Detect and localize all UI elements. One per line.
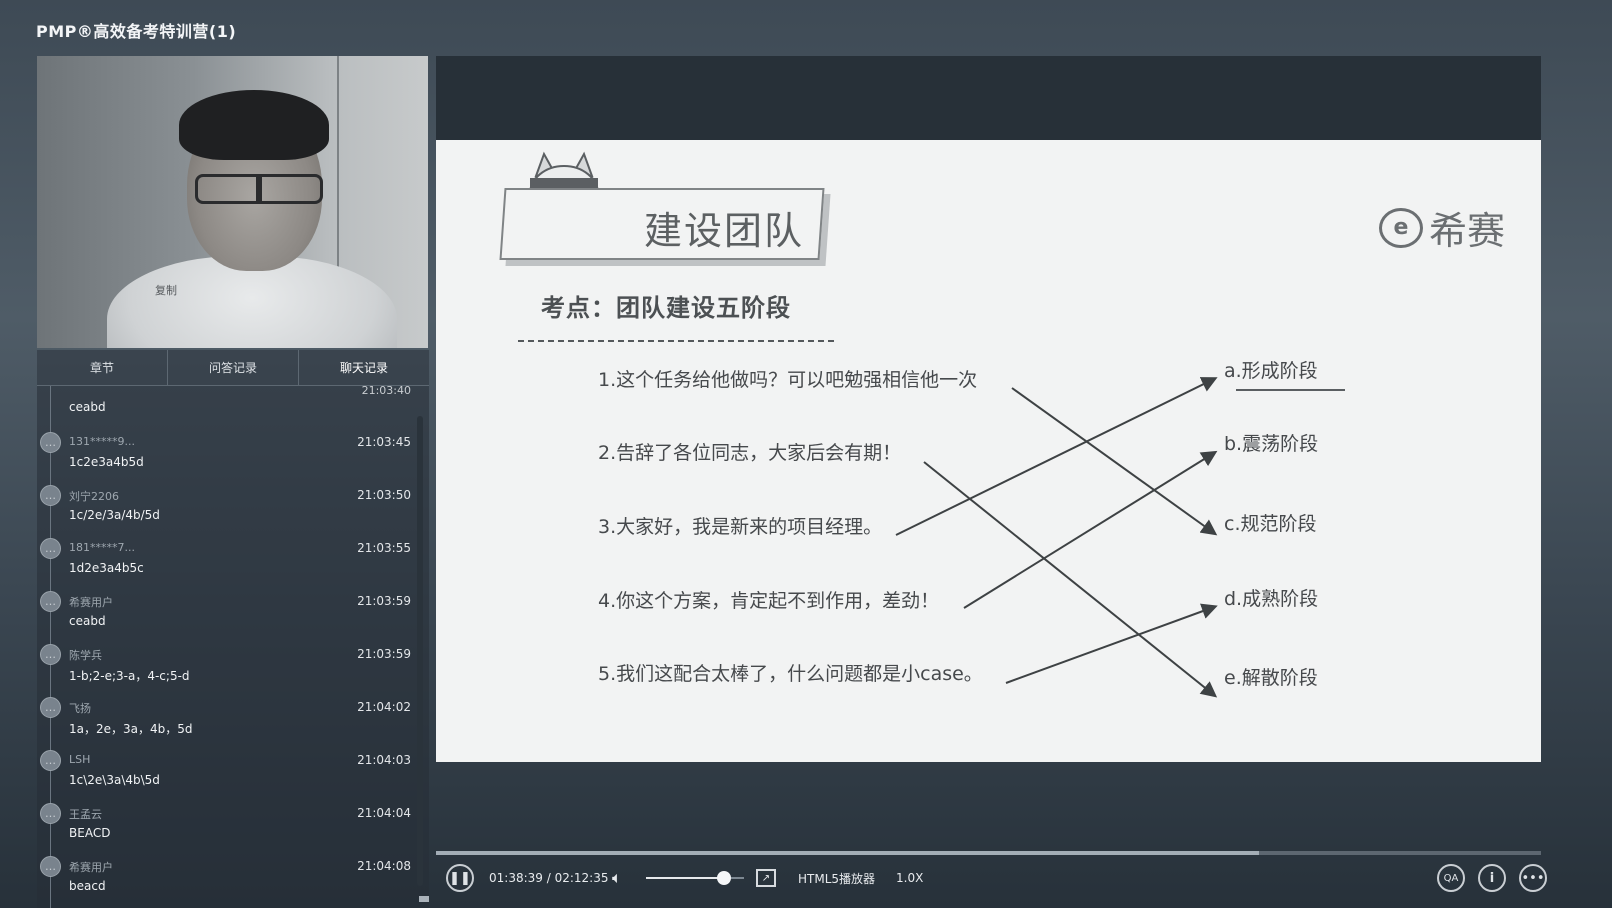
webcam-video: 复制 bbox=[37, 56, 428, 348]
time-display: 01:38:39 / 02:12:35 bbox=[489, 871, 609, 885]
chat-scrollbar[interactable] bbox=[417, 416, 423, 886]
chat-list[interactable]: 21:03:40 ceabd … 131*****9... 21:03:45 1c2e… bbox=[37, 386, 429, 908]
chat-message: 1a，2e，3a，4b，5d bbox=[69, 722, 193, 736]
player-type-label: HTML5播放器 bbox=[798, 871, 876, 886]
chat-message: 1c/2e/3a/4b/5d bbox=[69, 508, 160, 522]
speaker-icon: 🔈︎ bbox=[612, 868, 622, 887]
chat-username: 131*****9... bbox=[69, 435, 135, 448]
chat-message: 1d2e3a4b5c bbox=[69, 561, 144, 575]
list-item: … 131*****9... 21:03:45 1c2e3a4b5d bbox=[37, 426, 429, 479]
tab-chapters[interactable]: 章节 bbox=[37, 350, 168, 385]
match-lines bbox=[895, 377, 1218, 698]
chat-time: 21:03:40 bbox=[361, 386, 411, 397]
list-item: 21:03:40 ceabd bbox=[37, 386, 429, 426]
chat-bubble-icon: … bbox=[40, 591, 61, 612]
player-controls: ❚❚ 01:38:39 / 02:12:35 🔈︎ ↗ HTML5播放器 1.0… bbox=[436, 858, 1547, 898]
pause-button[interactable]: ❚❚ bbox=[446, 864, 474, 892]
info-icon: i bbox=[1489, 870, 1495, 886]
qa-button[interactable]: QA bbox=[1437, 864, 1465, 892]
chat-message: BEACD bbox=[69, 826, 111, 840]
fullscreen-button[interactable]: ↗ bbox=[756, 858, 776, 898]
list-item: … 希赛用户 21:03:59 ceabd bbox=[37, 585, 429, 638]
match-line-5-d bbox=[1005, 603, 1218, 684]
chat-username: LSH bbox=[69, 753, 91, 766]
chat-message: ceabd bbox=[69, 614, 106, 628]
webcam-overlay-text: 复制 bbox=[155, 284, 177, 297]
playback-speed-button[interactable]: 1.0X bbox=[896, 858, 923, 898]
chat-time: 21:03:45 bbox=[357, 435, 411, 449]
chat-tabs: 章节 问答记录 聊天记录 bbox=[37, 350, 429, 386]
ellipsis-icon: ••• bbox=[1521, 870, 1545, 886]
chat-bubble-icon: … bbox=[40, 485, 61, 506]
match-line-1-c bbox=[1011, 387, 1218, 536]
chat-bubble-icon: … bbox=[40, 750, 61, 771]
volume-button[interactable]: 🔈︎ bbox=[612, 858, 622, 898]
pause-icon: ❚❚ bbox=[449, 870, 471, 886]
resize-handle[interactable] bbox=[419, 896, 429, 902]
list-item: … 刘宁2206 21:03:50 1c/2e/3a/4b/5d bbox=[37, 479, 429, 532]
chat-time: 21:04:02 bbox=[357, 700, 411, 714]
volume-slider-knob[interactable] bbox=[717, 871, 732, 885]
chat-username: 王孟云 bbox=[69, 808, 102, 821]
qa-icon: QA bbox=[1443, 872, 1459, 884]
chat-time: 21:04:03 bbox=[357, 753, 411, 767]
match-line-3-a bbox=[895, 377, 1218, 536]
chat-bubble-icon: … bbox=[40, 697, 61, 718]
chat-message: 1c\2e\3a\4b\5d bbox=[69, 773, 160, 787]
list-item: … 飞扬 21:04:02 1a，2e，3a，4b，5d bbox=[37, 691, 429, 744]
chat-username: 181*****7... bbox=[69, 541, 135, 554]
tab-chat-records[interactable]: 聊天记录 bbox=[299, 350, 429, 385]
more-options-button[interactable]: ••• bbox=[1519, 864, 1547, 892]
chat-time: 21:04:08 bbox=[357, 859, 411, 873]
list-item: … 181*****7... 21:03:55 1d2e3a4b5c bbox=[37, 532, 429, 585]
chat-message: ceabd bbox=[69, 400, 106, 414]
fullscreen-icon: ↗ bbox=[756, 869, 776, 887]
presentation-slide: 建设团队 e 希赛 考点：团队建设五阶段 1.这个任务给他做吗？可以吧勉强相信他… bbox=[436, 140, 1541, 762]
chat-panel: 章节 问答记录 聊天记录 21:03:40 ceabd … 131*****9..… bbox=[37, 350, 429, 908]
tab-qa-records[interactable]: 问答记录 bbox=[168, 350, 299, 385]
chat-username: 飞扬 bbox=[69, 702, 91, 715]
volume-slider[interactable] bbox=[646, 871, 744, 885]
playback-progress-fill bbox=[436, 851, 1260, 855]
chat-username: 希赛用户 bbox=[69, 861, 113, 874]
chat-message: 1-b;2-e;3-a，4-c;5-d bbox=[69, 669, 190, 683]
chat-bubble-icon: … bbox=[40, 803, 61, 824]
list-item: … 希赛用户 21:04:08 beacd bbox=[37, 850, 429, 903]
playback-progress-bar[interactable] bbox=[436, 851, 1541, 855]
info-button[interactable]: i bbox=[1478, 864, 1506, 892]
chat-message: beacd bbox=[69, 879, 106, 893]
chat-time: 21:03:55 bbox=[357, 541, 411, 555]
chat-bubble-icon: … bbox=[40, 538, 61, 559]
chat-bubble-icon: … bbox=[40, 644, 61, 665]
chat-message: 1c2e3a4b5d bbox=[69, 455, 144, 469]
chat-username: 陈学兵 bbox=[69, 649, 102, 662]
chat-time: 21:03:50 bbox=[357, 488, 411, 502]
chat-bubble-icon: … bbox=[40, 856, 61, 877]
chat-time: 21:04:04 bbox=[357, 806, 411, 820]
app-title: PMP®高效备考特训营(1) bbox=[36, 22, 237, 41]
list-item: … 陈学兵 21:03:59 1-b;2-e;3-a，4-c;5-d bbox=[37, 638, 429, 691]
chat-username: 希赛用户 bbox=[69, 596, 113, 609]
chat-bubble-icon: … bbox=[40, 432, 61, 453]
chat-username: 刘宁2206 bbox=[69, 490, 119, 503]
list-item: … LSH 21:04:03 1c\2e\3a\4b\5d bbox=[37, 744, 429, 797]
list-item: … 王孟云 21:04:04 BEACD bbox=[37, 797, 429, 850]
chat-time: 21:03:59 bbox=[357, 647, 411, 661]
chat-time: 21:03:59 bbox=[357, 594, 411, 608]
match-line-4-b bbox=[963, 450, 1218, 609]
